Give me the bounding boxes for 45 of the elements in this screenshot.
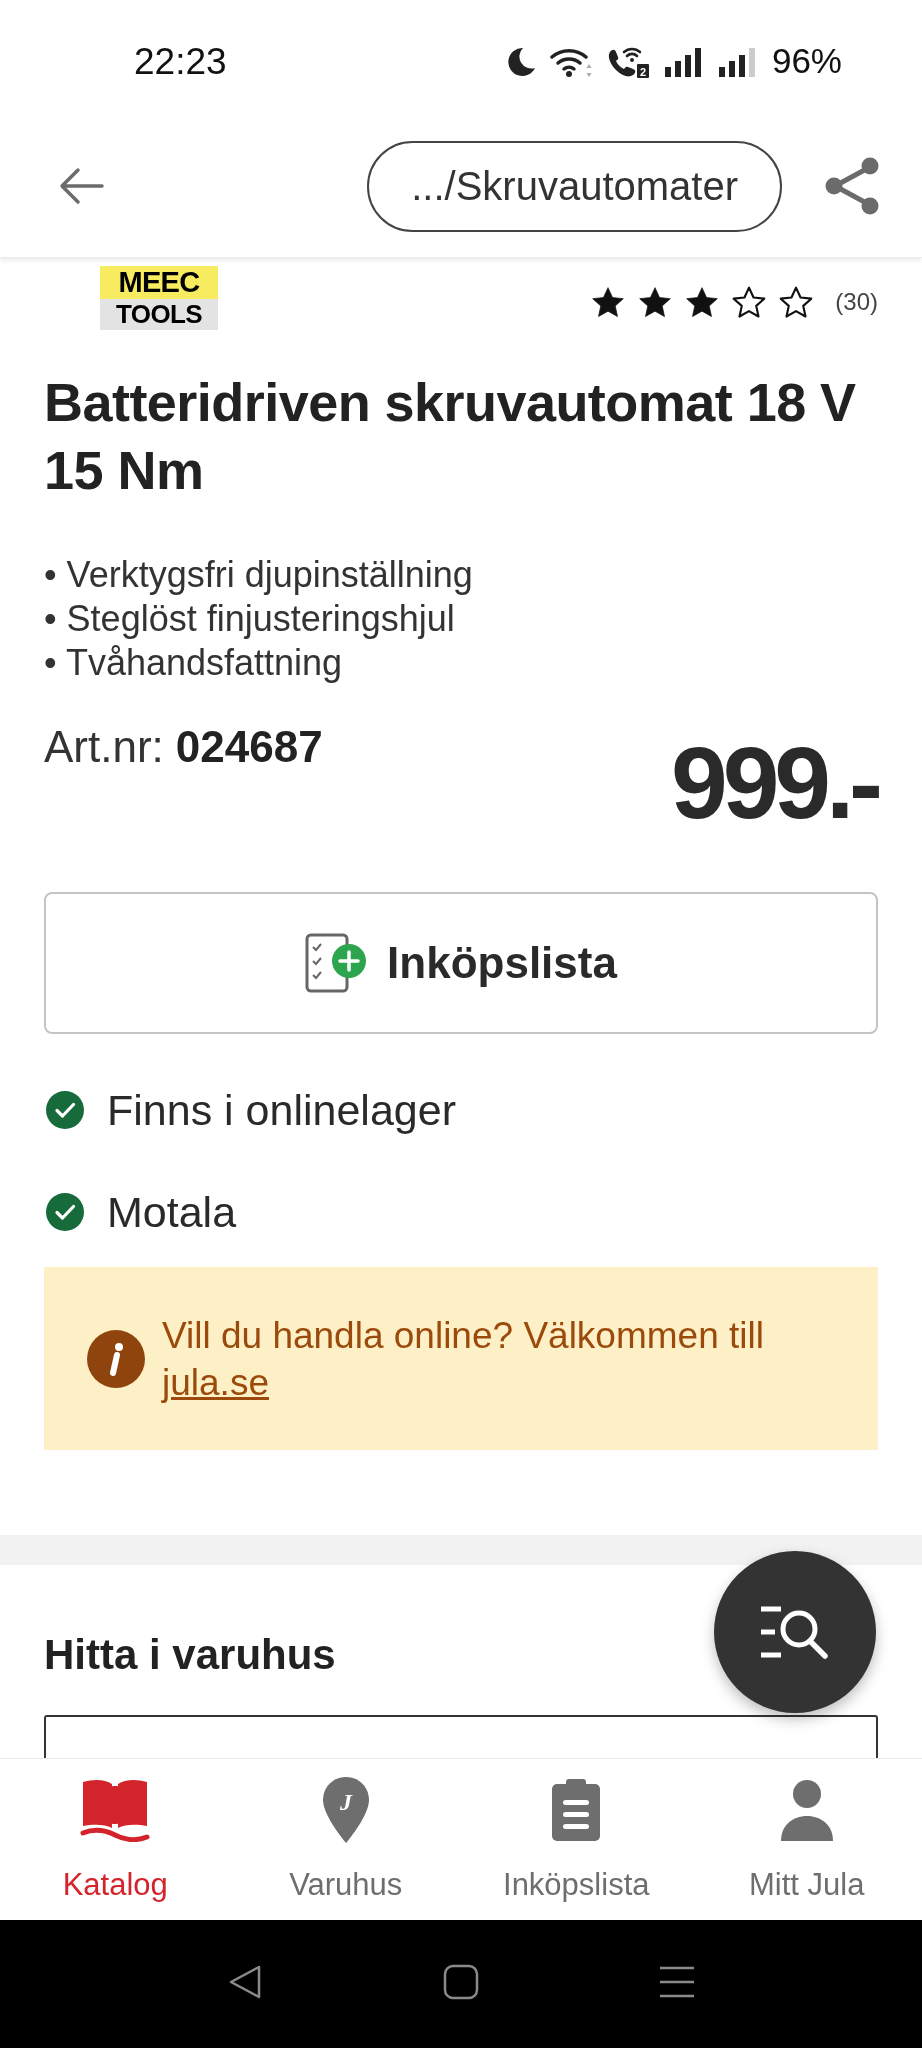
product-price: 999.- <box>671 732 878 834</box>
add-to-list-icon <box>305 933 368 993</box>
info-message: Vill du handla online? Välkommen till jula.se <box>162 1313 765 1405</box>
logo-text: TOOLS <box>100 299 218 330</box>
list-search-icon <box>759 1605 831 1659</box>
star-outline-icon <box>779 285 814 319</box>
article-label: Art.nr: <box>44 724 164 770</box>
stock-status-text: Motala <box>107 1186 237 1238</box>
nav-tab[interactable]: Mitt Jula <box>691 1759 922 1920</box>
star-filled-icon <box>685 285 720 319</box>
back-arrow-icon <box>58 167 104 205</box>
breadcrumb-button[interactable]: .../Skruvautomater <box>367 140 782 232</box>
battery-percentage: 96% <box>771 40 842 83</box>
person-icon <box>779 1779 834 1841</box>
moon-icon <box>505 46 536 77</box>
feature-text: • Steglöst finjusteringshjul <box>44 597 455 641</box>
feature-text: • Tvåhandsfattning <box>44 641 343 685</box>
website-link[interactable]: jula.se <box>162 1361 269 1403</box>
clipboard-icon <box>551 1778 602 1842</box>
share-icon <box>825 157 879 215</box>
info-icon <box>87 1329 145 1388</box>
article-number: 024687 <box>175 724 323 770</box>
search-list-button[interactable] <box>714 1551 876 1713</box>
stock-status-text: Finns i onlinelager <box>107 1084 456 1136</box>
nav-tab[interactable]: Inköpslista <box>461 1759 692 1920</box>
star-outline-icon <box>732 285 767 319</box>
signal-icon <box>663 46 704 77</box>
product-title: Batteridriven skruvautomat 18 V 15 Nm <box>43 371 857 502</box>
share-button[interactable] <box>824 156 880 216</box>
status-time: 22:23 <box>134 39 227 84</box>
nav-tab[interactable]: J Varuhus <box>230 1759 461 1920</box>
review-count: (30) <box>835 287 878 317</box>
star-filled-icon <box>591 285 626 319</box>
back-icon[interactable] <box>227 1964 263 2000</box>
book-icon <box>80 1778 151 1842</box>
star-filled-icon <box>638 285 673 319</box>
map-pin-icon: J <box>320 1775 371 1845</box>
menu-icon[interactable] <box>659 1964 695 2000</box>
feature-text: • Verktygsfri djupinställning <box>44 553 473 597</box>
home-icon[interactable] <box>443 1964 479 2000</box>
logo-text: MEEC <box>100 266 218 299</box>
nav-tab[interactable]: Katalog <box>0 1759 231 1920</box>
section-heading: Hitta i varuhus <box>44 1630 336 1680</box>
shopping-list-button[interactable]: Inköpslista <box>44 892 878 1034</box>
signal-icon <box>717 46 758 77</box>
